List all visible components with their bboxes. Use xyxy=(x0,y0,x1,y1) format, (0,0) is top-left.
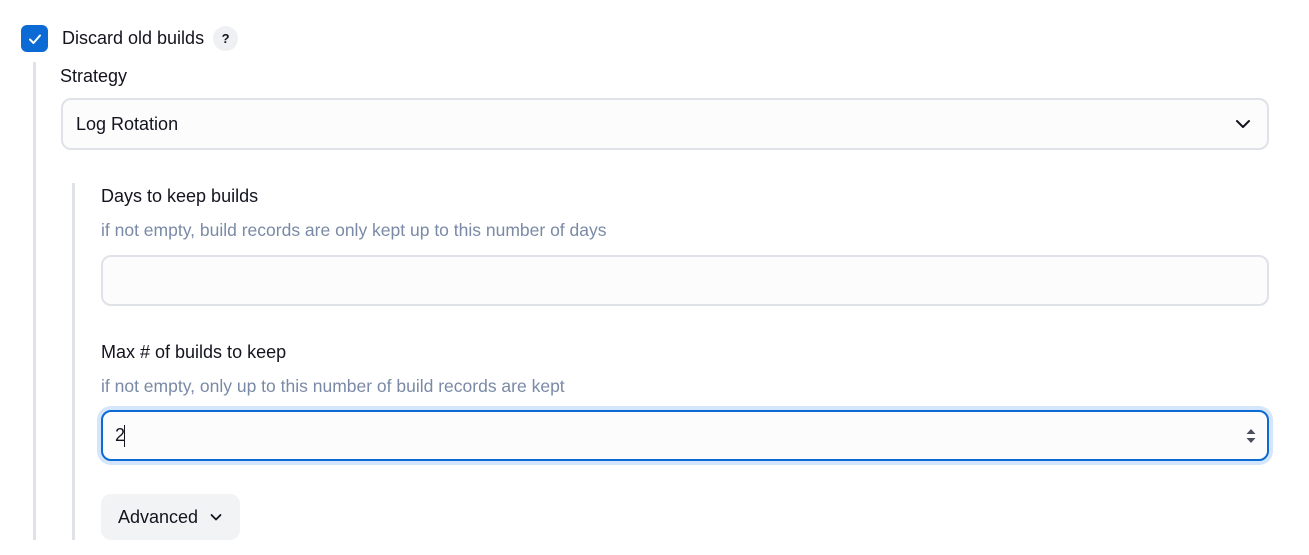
days-to-keep-input[interactable] xyxy=(101,255,1269,306)
chevron-down-icon xyxy=(1234,115,1252,133)
strategy-select-value: Log Rotation xyxy=(76,113,179,134)
checkmark-icon xyxy=(28,34,41,44)
discard-old-builds-row: Discard old builds ? xyxy=(21,25,239,52)
advanced-button[interactable]: Advanced xyxy=(101,494,240,540)
text-caret xyxy=(124,425,125,447)
up-down-arrows-icon[interactable] xyxy=(1245,427,1257,445)
help-button[interactable]: ? xyxy=(213,26,239,51)
discard-old-builds-checkbox[interactable] xyxy=(21,25,48,52)
max-builds-label: Max # of builds to keep xyxy=(101,342,287,362)
discard-old-builds-label[interactable]: Discard old builds xyxy=(62,25,204,52)
advanced-button-label: Advanced xyxy=(118,506,199,527)
strategy-select[interactable]: Log Rotation xyxy=(61,98,1269,150)
section-rail xyxy=(33,62,36,540)
strategy-label: Strategy xyxy=(60,66,128,86)
max-builds-input[interactable] xyxy=(101,410,1269,461)
discard-old-builds-section: Discard old builds ? Strategy Log Rotati… xyxy=(0,0,1309,555)
max-builds-description: if not empty, only up to this number of … xyxy=(101,376,565,396)
strategy-rail xyxy=(72,183,75,540)
days-to-keep-label: Days to keep builds xyxy=(101,186,259,206)
question-mark-icon: ? xyxy=(221,31,230,46)
days-to-keep-description: if not empty, build records are only kep… xyxy=(101,220,607,240)
chevron-down-icon xyxy=(209,510,223,524)
